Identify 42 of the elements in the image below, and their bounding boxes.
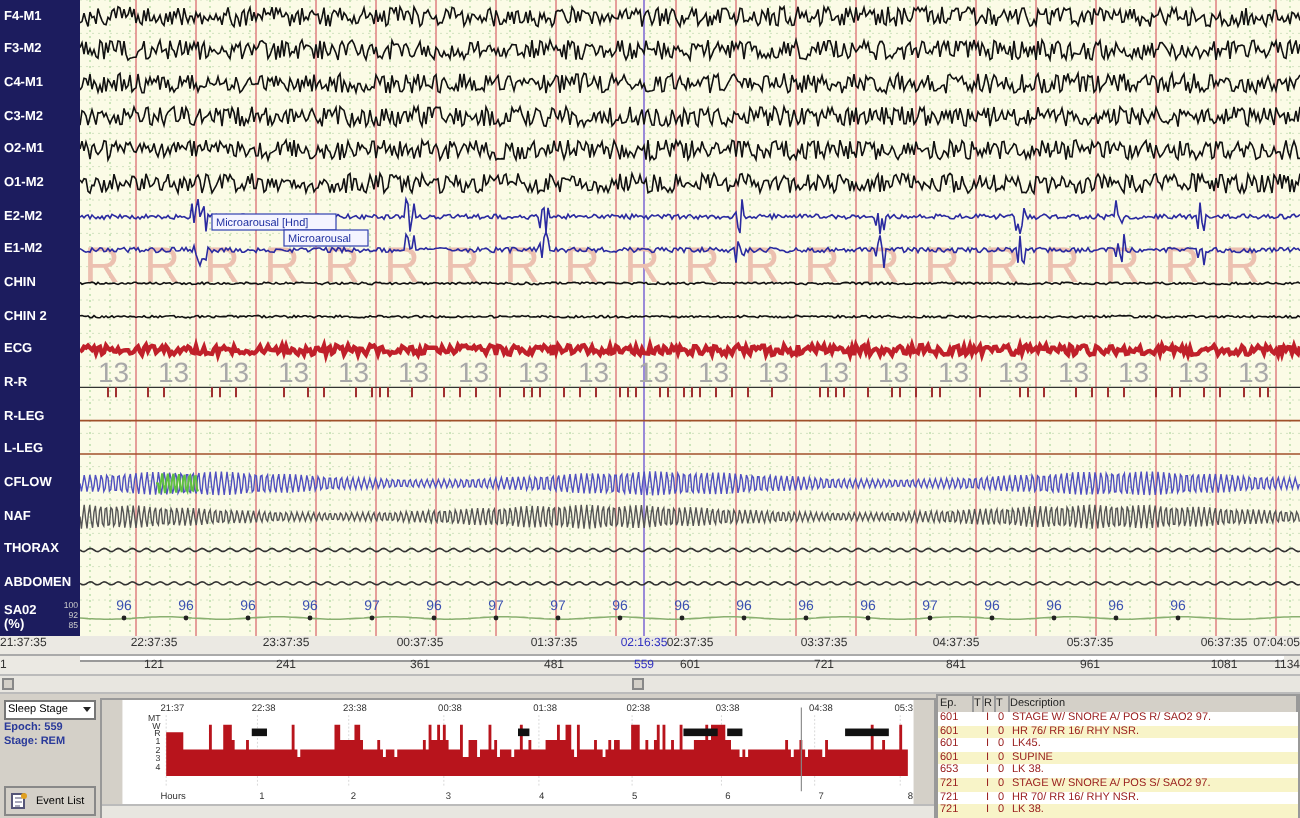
rem-block: [845, 728, 889, 737]
rr-count: 13: [758, 356, 790, 388]
stage-letter: R: [1164, 238, 1201, 294]
stage-letter: R: [864, 238, 901, 294]
rr-count: 13: [458, 356, 490, 388]
scroll-left-icon[interactable]: [2, 678, 14, 690]
rr-count: 13: [818, 356, 850, 388]
caret-icon: [82, 704, 92, 714]
rem-block: [251, 728, 267, 737]
rr-count: 13: [218, 356, 250, 388]
rem-block: [518, 728, 530, 737]
rr-count: 13: [1058, 356, 1090, 388]
rr-count: 13: [938, 356, 970, 388]
rr-count: 13: [1238, 356, 1270, 388]
stage-letter: R: [984, 238, 1021, 294]
hypnogram-scrollbar[interactable]: [102, 804, 934, 818]
stage-letter: R: [1104, 238, 1141, 294]
stage-letter: R: [1224, 238, 1261, 294]
rr-count: 13: [518, 356, 550, 388]
rr-count: 13: [278, 356, 310, 388]
rem-block: [683, 728, 718, 737]
rr-count: 13: [398, 356, 430, 388]
rr-count: 13: [338, 356, 370, 388]
rem-block: [727, 728, 743, 737]
stage-letter: R: [384, 238, 421, 294]
flow-limitation-trace: [155, 472, 200, 496]
rr-count: 13: [1178, 356, 1210, 388]
list-icon: [10, 792, 28, 810]
rr-count: 13: [698, 356, 730, 388]
stage-letter: R: [144, 238, 181, 294]
scroll-thumb[interactable]: [632, 678, 644, 690]
rr-count: 13: [998, 356, 1030, 388]
rr-count: 13: [98, 356, 130, 388]
rr-count: 13: [878, 356, 910, 388]
rr-count: 13: [578, 356, 610, 388]
rr-count: 13: [158, 356, 190, 388]
stage-letter: R: [804, 238, 841, 294]
stage-letter: R: [564, 238, 601, 294]
stage-letter: R: [744, 238, 781, 294]
rr-count: 13: [1118, 356, 1150, 388]
horizontal-scrollbar[interactable]: [0, 674, 1300, 694]
stage-letter: R: [684, 238, 721, 294]
